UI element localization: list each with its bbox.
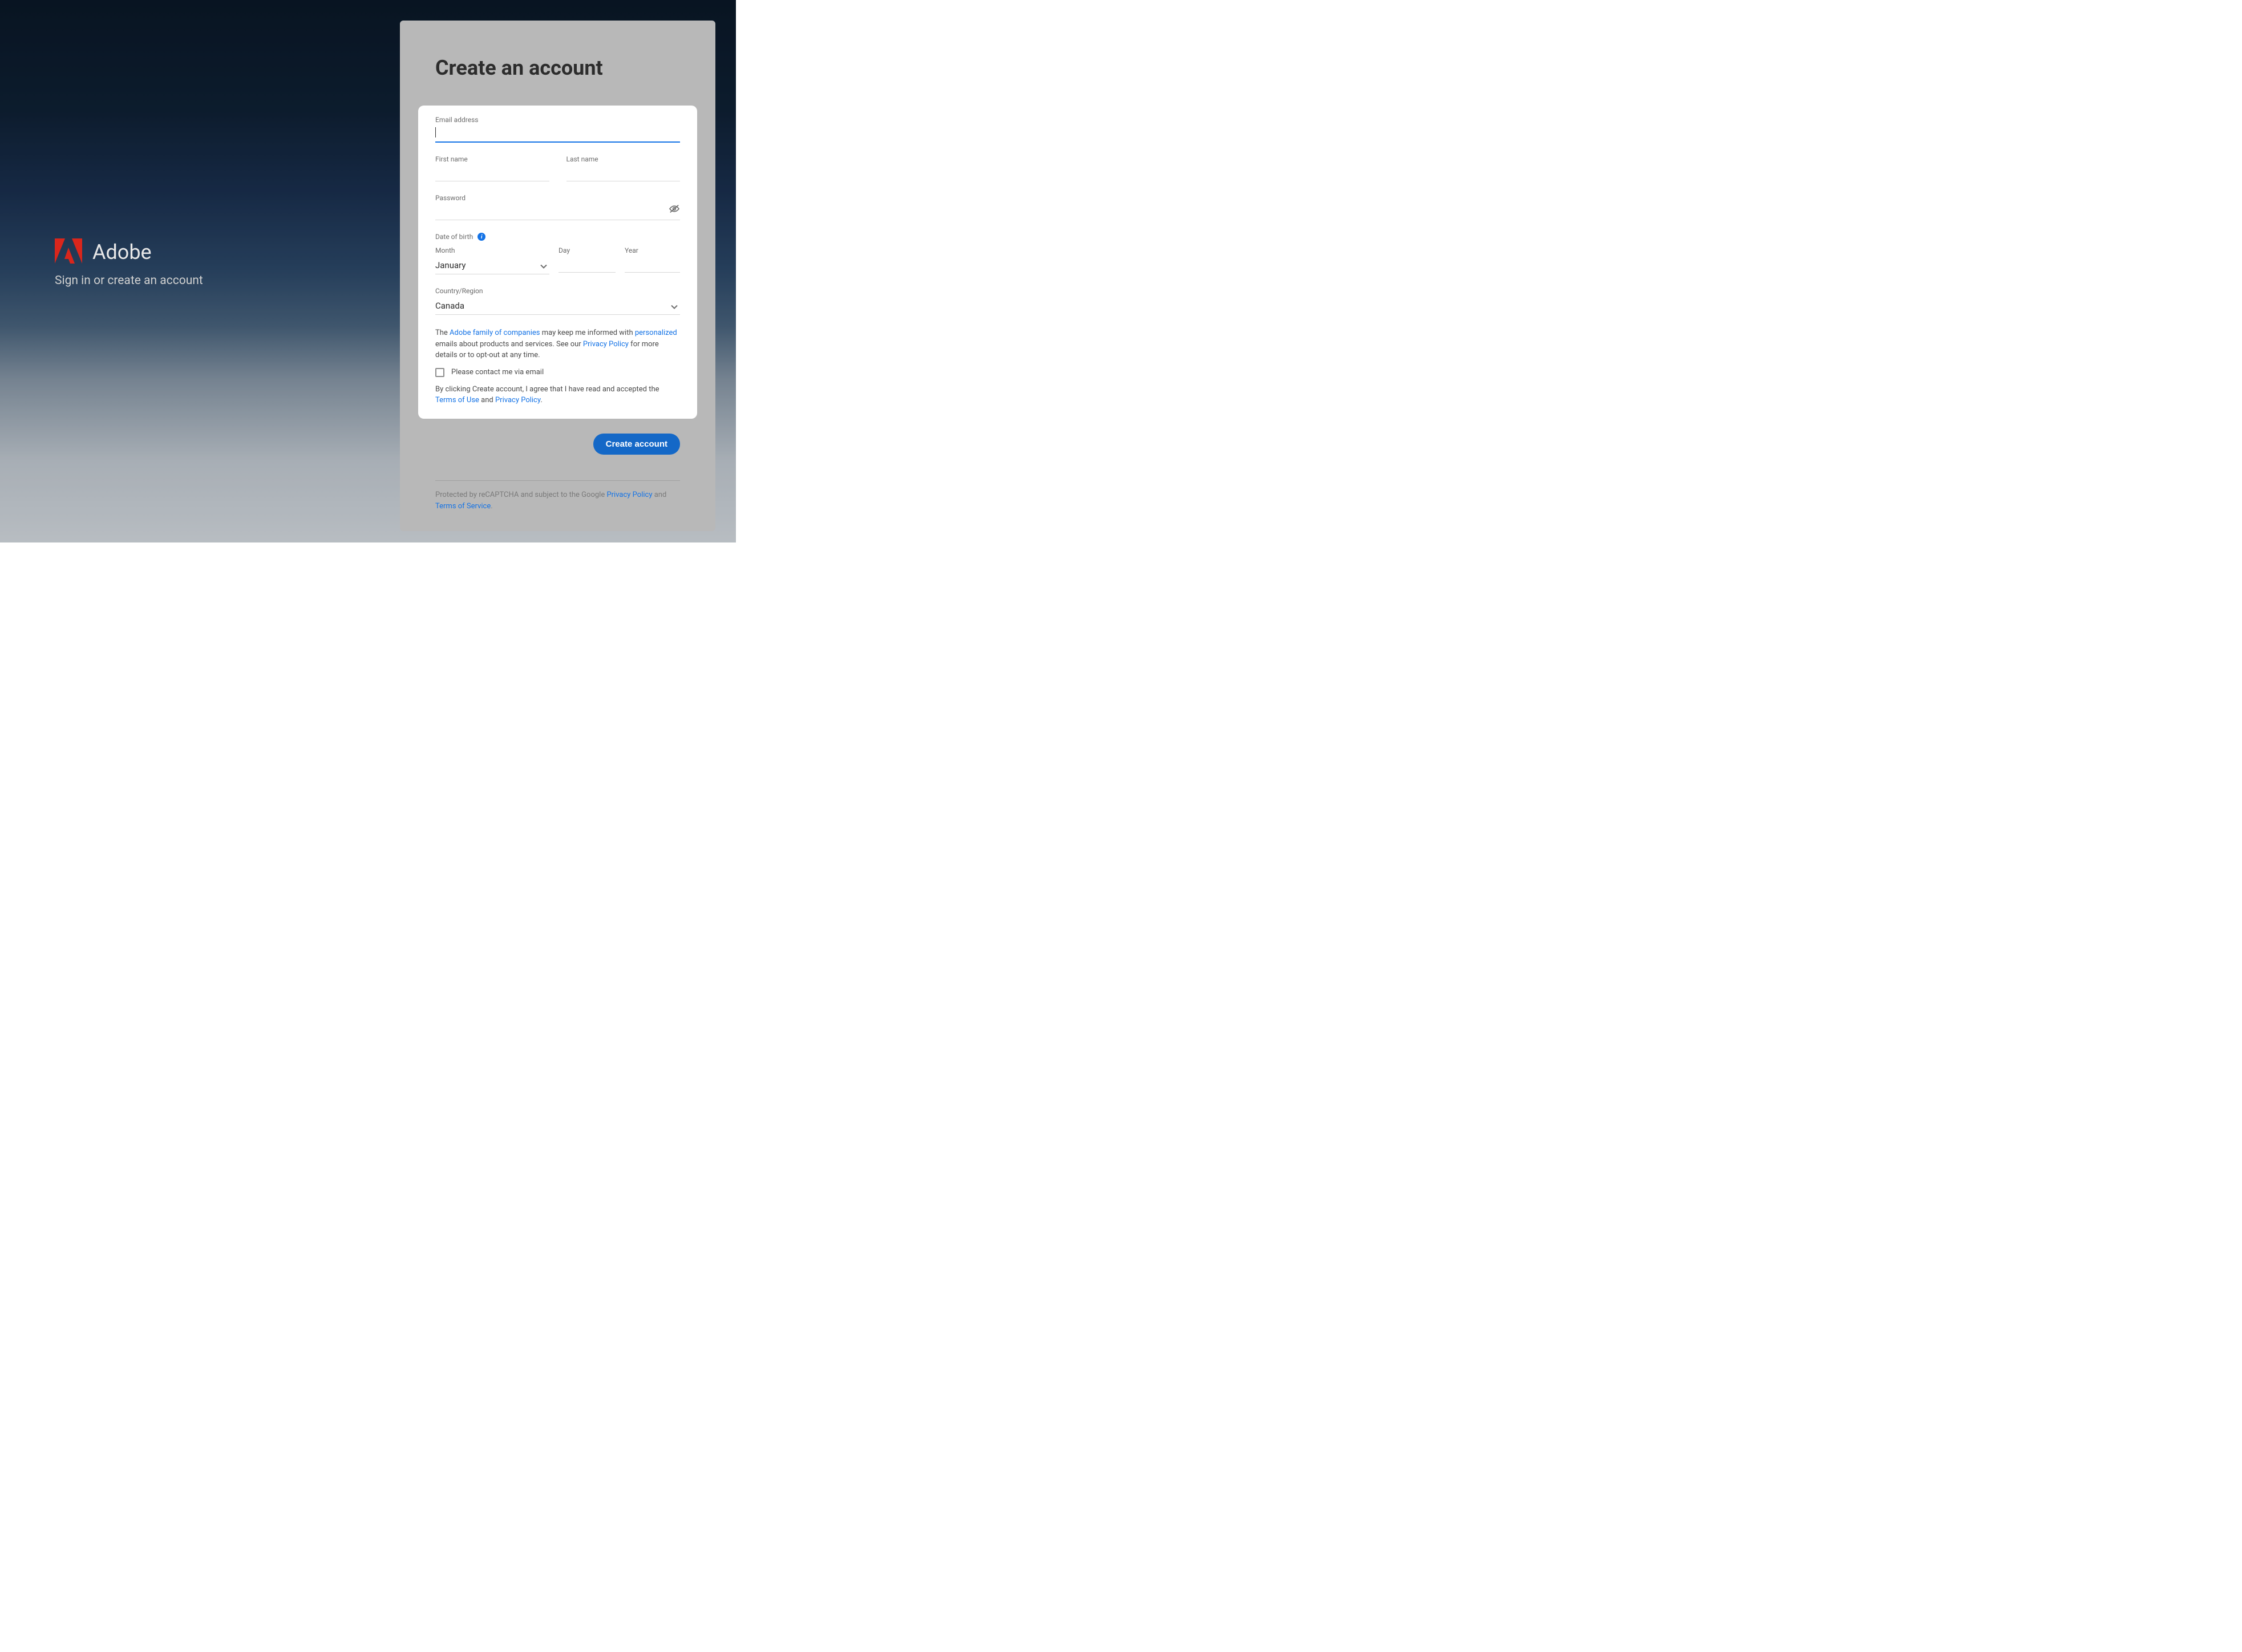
month-select[interactable]: January xyxy=(435,257,549,274)
year-input[interactable] xyxy=(625,257,680,273)
password-input[interactable] xyxy=(435,204,680,220)
toggle-password-visibility-icon[interactable] xyxy=(669,204,680,216)
google-terms-link[interactable]: Terms of Service xyxy=(435,502,491,511)
recaptcha-text: Protected by reCAPTCHA and subject to th… xyxy=(435,489,680,512)
consent-text: The Adobe family of companies may keep m… xyxy=(435,327,680,361)
country-select[interactable]: Canada xyxy=(435,297,680,315)
day-label: Day xyxy=(559,246,616,254)
contact-email-label: Please contact me via email xyxy=(451,368,544,376)
terms-of-use-link[interactable]: Terms of Use xyxy=(435,396,479,404)
last-name-label: Last name xyxy=(566,155,681,163)
text-cursor xyxy=(435,127,436,137)
brand-tagline: Sign in or create an account xyxy=(55,274,203,288)
country-label: Country/Region xyxy=(435,287,680,295)
year-label: Year xyxy=(625,246,680,254)
personalized-link[interactable]: personalized xyxy=(635,329,677,337)
contact-email-checkbox[interactable] xyxy=(435,368,444,377)
last-name-input[interactable] xyxy=(566,165,681,181)
first-name-input[interactable] xyxy=(435,165,549,181)
dob-label: Date of birth xyxy=(435,233,473,241)
privacy-policy-link[interactable]: Privacy Policy xyxy=(583,340,629,349)
create-account-button[interactable]: Create account xyxy=(593,434,680,455)
form-card: Email address First name Last name Passw… xyxy=(418,106,697,419)
privacy-policy-link-2[interactable]: Privacy Policy xyxy=(495,396,540,404)
brand-section: Adobe Sign in or create an account xyxy=(55,238,203,288)
email-label: Email address xyxy=(435,116,680,124)
signup-panel: Create an account Email address First na… xyxy=(400,21,715,531)
brand-name: Adobe xyxy=(92,240,152,264)
adobe-logo-icon xyxy=(55,238,82,266)
panel-title: Create an account xyxy=(435,56,680,80)
email-input[interactable] xyxy=(435,126,680,143)
adobe-family-link[interactable]: Adobe family of companies xyxy=(450,329,540,337)
divider xyxy=(435,480,680,481)
first-name-label: First name xyxy=(435,155,549,163)
info-icon[interactable]: i xyxy=(477,233,485,241)
day-input[interactable] xyxy=(559,257,616,273)
legal-text: By clicking Create account, I agree that… xyxy=(435,384,680,406)
google-privacy-link[interactable]: Privacy Policy xyxy=(606,491,652,499)
month-label: Month xyxy=(435,246,549,254)
password-label: Password xyxy=(435,194,680,202)
